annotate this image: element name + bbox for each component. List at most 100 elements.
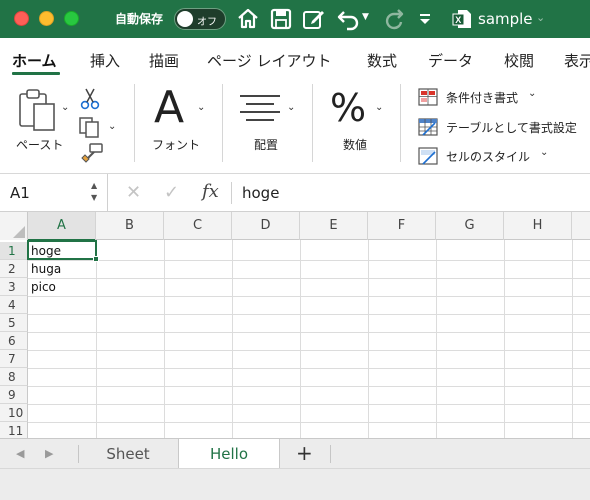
row-header-6[interactable]: 6 <box>0 332 28 350</box>
cell-styles-icon <box>418 147 438 165</box>
home-icon[interactable] <box>236 7 260 31</box>
tab-page-layout[interactable]: ページ レイアウト <box>207 50 331 71</box>
row-header-10[interactable]: 10 <box>0 404 28 422</box>
tab-draw[interactable]: 描画 <box>149 50 179 71</box>
column-header-d[interactable]: D <box>232 212 300 240</box>
paste-label: ペースト <box>16 138 64 152</box>
row-header-1[interactable]: 1 <box>0 242 28 260</box>
row-header-7[interactable]: 7 <box>0 350 28 368</box>
tab-divider <box>330 445 331 463</box>
customize-toolbar-icon[interactable] <box>418 12 432 26</box>
save-icon[interactable] <box>270 7 292 31</box>
grid-line <box>232 240 233 438</box>
alignment-label: 配置 <box>254 138 279 152</box>
grid-line <box>368 240 369 438</box>
formula-input[interactable]: hoge <box>242 184 279 202</box>
grid-line <box>28 278 590 279</box>
format-as-table-label: テーブルとして書式設定 <box>446 121 577 135</box>
tab-review[interactable]: 校閲 <box>504 50 534 71</box>
svg-text:X: X <box>455 15 461 25</box>
tab-insert[interactable]: 挿入 <box>90 50 120 71</box>
spreadsheet-grid[interactable]: A B C D E F G H 1 2 3 4 5 6 7 8 9 10 11 … <box>0 212 590 438</box>
stepper-icon[interactable]: ▲ ▼ <box>91 180 97 204</box>
row-header-8[interactable]: 8 <box>0 368 28 386</box>
cell-a3[interactable]: pico <box>31 278 56 296</box>
window-zoom-button[interactable] <box>64 11 79 26</box>
sheet-tab-hello[interactable]: Hello <box>178 439 280 469</box>
grid-line <box>28 404 590 405</box>
title-bar: 自動保存 オフ ▼ X sample ⌄ <box>0 0 590 38</box>
autosave-toggle[interactable]: オフ <box>174 8 226 30</box>
grid-line <box>28 368 590 369</box>
chevron-down-icon[interactable]: ⌄ <box>536 11 545 24</box>
row-header-2[interactable]: 2 <box>0 260 28 278</box>
select-all-button[interactable] <box>0 212 28 240</box>
conditional-formatting-button[interactable]: 条件付き書式 ⌄ <box>418 86 558 108</box>
alignment-icon[interactable] <box>240 94 280 122</box>
ribbon-divider <box>312 84 313 162</box>
name-box-value: A1 <box>10 184 30 202</box>
row-header-5[interactable]: 5 <box>0 314 28 332</box>
confirm-entry-icon: ✓ <box>164 182 180 203</box>
fill-handle[interactable] <box>93 256 99 262</box>
column-header-g[interactable]: G <box>436 212 504 240</box>
tab-home[interactable]: ホーム <box>12 50 57 71</box>
sheet-tab-sheet[interactable]: Sheet <box>80 439 176 469</box>
cancel-entry-icon: ✕ <box>126 182 142 203</box>
formula-bar: A1 ▲ ▼ ✕ ✓ fx hoge <box>0 174 590 212</box>
row-header-9[interactable]: 9 <box>0 386 28 404</box>
grid-line <box>28 314 590 315</box>
format-painter-icon[interactable] <box>80 142 104 164</box>
tab-view[interactable]: 表示 <box>564 50 590 71</box>
grid-line <box>572 240 573 438</box>
tab-formulas[interactable]: 数式 <box>367 50 397 71</box>
cell-styles-button[interactable]: セルのスタイル ⌄ <box>418 145 558 167</box>
copy-dropdown-icon[interactable]: ⌄ <box>108 121 116 132</box>
sheet-tab-bar: ◀ ▶ Sheet Hello + <box>0 438 590 469</box>
cut-icon[interactable] <box>80 88 100 110</box>
alignment-dropdown-icon[interactable]: ⌄ <box>287 102 295 113</box>
add-sheet-button[interactable]: + <box>296 441 313 465</box>
column-header-c[interactable]: C <box>164 212 232 240</box>
row-header-3[interactable]: 3 <box>0 278 28 296</box>
row-header-4[interactable]: 4 <box>0 296 28 314</box>
window-close-button[interactable] <box>14 11 29 26</box>
document-title[interactable]: sample <box>478 10 533 28</box>
font-dropdown-icon[interactable]: ⌄ <box>197 102 205 113</box>
undo-dropdown-icon[interactable]: ▼ <box>362 12 369 22</box>
paste-icon[interactable] <box>18 88 58 132</box>
edit-icon[interactable] <box>302 7 326 31</box>
formula-divider <box>231 182 232 204</box>
cell-a2[interactable]: huga <box>31 260 61 278</box>
ribbon-divider <box>400 84 401 162</box>
insert-function-button[interactable]: fx <box>202 181 219 202</box>
column-header-b[interactable]: B <box>96 212 164 240</box>
next-sheet-icon[interactable]: ▶ <box>45 447 53 460</box>
active-cell-outline <box>27 240 97 260</box>
grid-line <box>28 296 590 297</box>
copy-icon[interactable] <box>78 116 102 138</box>
excel-doc-icon: X <box>452 10 471 28</box>
number-dropdown-icon[interactable]: ⌄ <box>375 102 383 113</box>
column-header-f[interactable]: F <box>368 212 436 240</box>
window-minimize-button[interactable] <box>39 11 54 26</box>
tab-data[interactable]: データ <box>428 50 473 71</box>
name-box[interactable]: A1 ▲ ▼ <box>0 174 108 212</box>
conditional-formatting-icon <box>418 88 438 106</box>
paste-dropdown-icon[interactable]: ⌄ <box>61 102 69 113</box>
number-format-icon[interactable]: % <box>330 86 366 130</box>
tab-active-indicator <box>12 72 60 75</box>
undo-icon[interactable] <box>336 7 360 31</box>
column-header-h[interactable]: H <box>504 212 572 240</box>
chevron-down-icon: ⌄ <box>528 88 537 99</box>
column-header-e[interactable]: E <box>300 212 368 240</box>
previous-sheet-icon[interactable]: ◀ <box>16 447 24 460</box>
ribbon-divider <box>222 84 223 162</box>
grid-line <box>96 240 97 438</box>
column-header-a[interactable]: A <box>28 212 96 241</box>
font-icon[interactable]: A <box>154 82 184 133</box>
ribbon-home: ⌄ ペースト ⌄ A ⌄ フォント ⌄ 配置 % ⌄ 数値 条件付き書式 ⌄ テ… <box>0 76 590 174</box>
format-as-table-button[interactable]: テーブルとして書式設定 <box>418 116 588 138</box>
grid-line <box>28 332 590 333</box>
row-header-11[interactable]: 11 <box>0 422 28 438</box>
